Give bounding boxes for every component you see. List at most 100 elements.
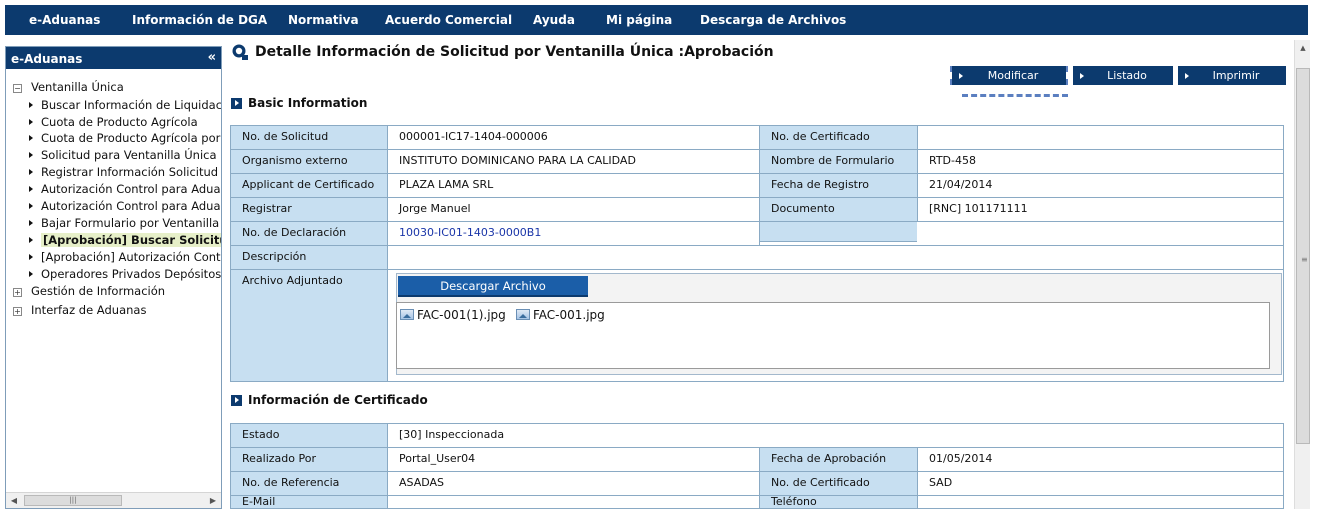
tree-item-operadores-privados[interactable]: Operadores Privados Depósitos (29, 267, 221, 281)
file-name: FAC-001.jpg (533, 308, 605, 322)
label-nombre-formulario: Nombre de Formulario (759, 149, 918, 174)
expand-toggle-icon[interactable]: + (13, 307, 22, 316)
search-detail-icon (232, 44, 248, 60)
tree-item-autorizacion-control-2[interactable]: Autorización Control para Aduanas (29, 199, 222, 213)
tree-item-label: Buscar Información de Liquidación (41, 98, 222, 112)
file-name: FAC-001(1).jpg (417, 308, 506, 322)
tree-item-bajar-formulario[interactable]: Bajar Formulario por Ventanilla (29, 216, 219, 230)
nav-mi-pagina[interactable]: Mi página (606, 5, 672, 35)
scrollbar-thumb[interactable]: ≡ (1296, 68, 1310, 444)
value-estado: [30] Inspeccionada (387, 423, 1284, 448)
scroll-left-icon[interactable]: ◀ (6, 493, 22, 508)
arrow-right-icon (29, 186, 33, 192)
tree-item-registrar-informacion[interactable]: Registrar Información Solicitud (29, 165, 218, 179)
expand-toggle-icon[interactable]: + (13, 288, 22, 297)
image-file-icon (516, 309, 530, 320)
label-descripcion: Descripción (230, 245, 388, 270)
value-fecha-aprobacion: 01/05/2014 (917, 447, 1284, 472)
file-item[interactable]: FAC-001(1).jpg (400, 308, 506, 322)
tree-group-label: Ventanilla Única (31, 80, 124, 94)
value-applicant: PLAZA LAMA SRL (387, 173, 760, 198)
sidebar-title: e-Aduanas (11, 52, 83, 66)
tree-item-buscar-liquidacion[interactable]: Buscar Información de Liquidación (29, 98, 222, 112)
tree-item-label: Cuota de Producto Agrícola por (41, 131, 221, 145)
image-file-icon (400, 309, 414, 320)
nav-normativa[interactable]: Normativa (288, 5, 359, 35)
focus-underline (962, 94, 1068, 97)
label-email: E-Mail (230, 495, 388, 509)
top-nav-bar: e-Aduanas Información de DGA Normativa A… (5, 5, 1308, 35)
section-title: Basic Information (248, 96, 368, 110)
nav-descarga-archivos[interactable]: Descarga de Archivos (700, 5, 846, 35)
value-no-referencia: ASADAS (387, 471, 760, 496)
file-item[interactable]: FAC-001.jpg (516, 308, 605, 322)
tree-group-ventanilla-unica[interactable]: − Ventanilla Única (13, 80, 124, 94)
scroll-right-icon[interactable]: ▶ (205, 493, 221, 508)
empty-label-cell (759, 221, 918, 242)
label-realizado-por: Realizado Por (230, 447, 388, 472)
tree-item-label: Autorización Control para Aduanas (41, 182, 222, 196)
nav-e-aduanas[interactable]: e-Aduanas (29, 5, 100, 35)
label-no-certificado: No. de Certificado (759, 125, 918, 150)
value-fecha-registro: 21/04/2014 (917, 173, 1284, 198)
modify-button[interactable]: Modificar (952, 66, 1066, 85)
declaracion-link[interactable]: 10030-IC01-1403-0000B1 (387, 221, 760, 246)
arrow-right-icon (29, 169, 33, 175)
arrow-right-icon (29, 102, 33, 108)
nav-informacion-dga[interactable]: Información de DGA (132, 5, 267, 35)
value-no-certificado (917, 125, 1284, 150)
tree-item-label: Autorización Control para Aduanas (41, 199, 222, 213)
arrow-right-icon (29, 254, 33, 260)
sidebar-horizontal-scrollbar[interactable]: ◀ ||| ▶ (6, 492, 221, 508)
tree-group-gestion-informacion[interactable]: + Gestión de Información (13, 284, 165, 298)
label-archivo-adjuntado: Archivo Adjuntado (230, 269, 388, 382)
tree-item-cuota-agricola[interactable]: Cuota de Producto Agrícola (29, 115, 198, 129)
tree-item-label: Operadores Privados Depósitos (41, 267, 222, 281)
value-telefono (917, 495, 1284, 509)
sidebar: e-Aduanas « − Ventanilla Única Buscar Inf… (5, 46, 222, 509)
sidebar-header: e-Aduanas « (6, 47, 221, 69)
tree-item-label: Solicitud para Ventanilla Única (41, 148, 217, 162)
print-button-label: Imprimir (1212, 69, 1260, 82)
tree-group-label: Interfaz de Aduanas (31, 303, 147, 317)
collapse-toggle-icon[interactable]: − (13, 84, 22, 93)
arrow-right-icon (29, 135, 33, 141)
label-documento: Documento (759, 197, 918, 222)
tree-item-solicitud-ventanilla[interactable]: Solicitud para Ventanilla Única (29, 148, 217, 162)
label-no-solicitud: No. de Solicitud (230, 125, 388, 150)
tree-group-interfaz-aduanas[interactable]: + Interfaz de Aduanas (13, 303, 146, 317)
label-registrar: Registrar (230, 197, 388, 222)
arrow-right-icon (29, 203, 33, 209)
label-applicant: Applicant de Certificado (230, 173, 388, 198)
list-button[interactable]: Listado (1073, 66, 1173, 85)
label-estado: Estado (230, 423, 388, 448)
value-documento: [RNC] 101171111 (917, 197, 1284, 222)
nav-ayuda[interactable]: Ayuda (533, 5, 575, 35)
arrow-right-icon (29, 220, 33, 226)
arrow-right-icon (29, 237, 33, 243)
label-fecha-aprobacion: Fecha de Aprobación (759, 447, 918, 472)
list-button-label: Listado (1107, 69, 1147, 82)
label-no-certificado-2: No. de Certificado (759, 471, 918, 496)
download-file-button[interactable]: Descargar Archivo (398, 276, 588, 297)
file-list: FAC-001(1).jpg FAC-001.jpg (396, 302, 1270, 369)
tree-item-label: Registrar Información Solicitud (41, 165, 219, 179)
tree-item-aprobacion-autorizacion[interactable]: [Aprobación] Autorización Control (29, 250, 221, 264)
empty-value-cell (917, 221, 1284, 246)
print-button[interactable]: Imprimir (1178, 66, 1286, 85)
scroll-up-icon[interactable]: ▲ (1295, 40, 1311, 56)
main-vertical-scrollbar[interactable]: ▲ ≡ (1294, 40, 1310, 509)
tree-item-autorizacion-control-1[interactable]: Autorización Control para Aduanas (29, 182, 222, 196)
tree-item-cuota-agricola-por[interactable]: Cuota de Producto Agrícola por (29, 131, 220, 145)
tree-item-aprobacion-buscar-solicitud[interactable]: [Aprobación] Buscar Solicitud (29, 233, 221, 247)
scrollbar-thumb[interactable]: ||| (24, 495, 122, 506)
value-realizado-por: Portal_User04 (387, 447, 760, 472)
nav-acuerdo-comercial[interactable]: Acuerdo Comercial (385, 5, 512, 35)
label-telefono: Teléfono (759, 495, 918, 509)
section-title: Información de Certificado (248, 393, 428, 407)
value-registrar: Jorge Manuel (387, 197, 760, 222)
arrow-right-icon (29, 271, 33, 277)
collapse-sidebar-icon[interactable]: « (208, 47, 216, 69)
top-navigation: e-Aduanas Información de DGA Normativa A… (0, 0, 1318, 40)
value-email (387, 495, 760, 509)
